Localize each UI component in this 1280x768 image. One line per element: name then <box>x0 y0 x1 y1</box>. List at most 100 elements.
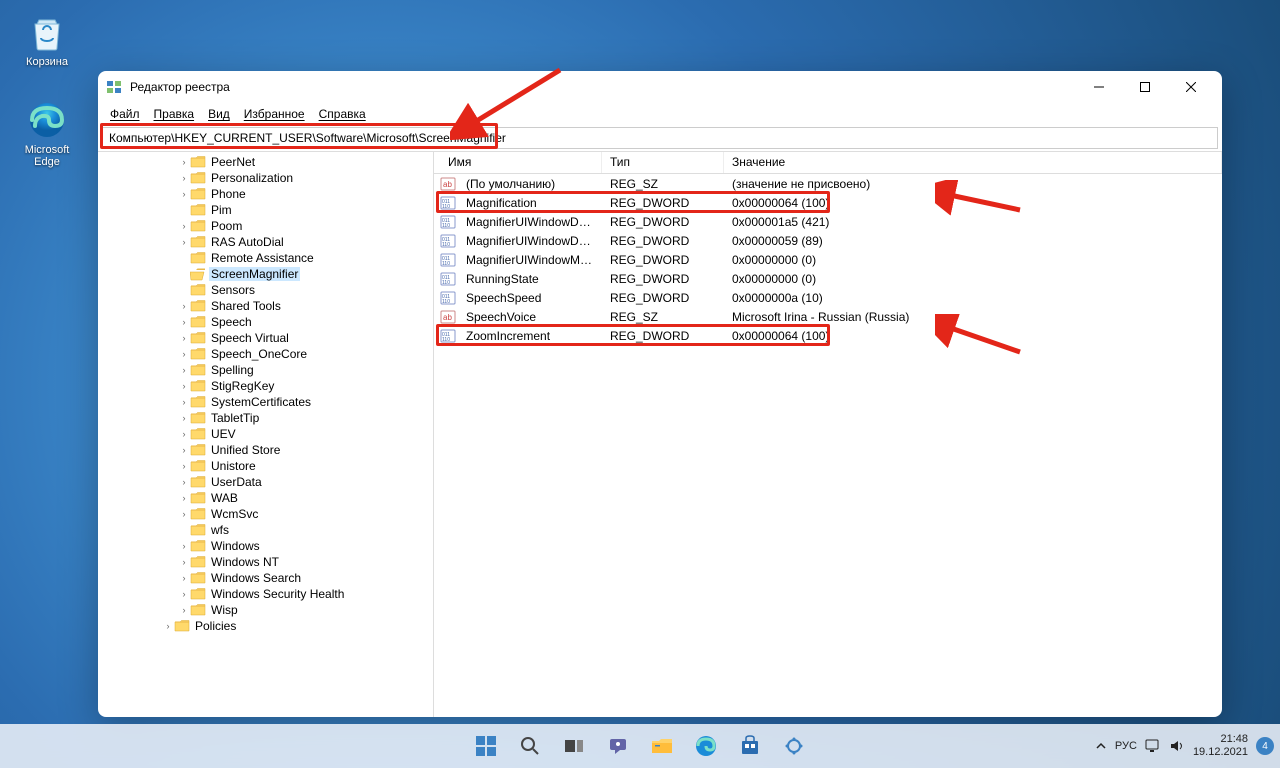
col-type[interactable]: Тип <box>602 152 724 173</box>
tree-item[interactable]: ›Windows Search <box>98 570 433 586</box>
tree-item[interactable]: ›Windows NT <box>98 554 433 570</box>
tree-expander[interactable]: › <box>178 189 190 199</box>
value-row[interactable]: 011110MagnifierUIWindowMini...REG_DWORD0… <box>434 250 1222 269</box>
tree-expander[interactable]: › <box>178 365 190 375</box>
address-bar[interactable]: Компьютер\HKEY_CURRENT_USER\Software\Mic… <box>102 127 1218 149</box>
app-button[interactable] <box>774 726 814 766</box>
tree-item[interactable]: Sensors <box>98 282 433 298</box>
tree-item[interactable]: Remote Assistance <box>98 250 433 266</box>
tree-expander[interactable]: › <box>178 573 190 583</box>
tree-expander[interactable]: › <box>178 493 190 503</box>
value-type: REG_DWORD <box>602 253 724 267</box>
tray-volume-icon[interactable] <box>1169 739 1185 753</box>
tray-language[interactable]: РУС <box>1115 740 1137 752</box>
tree-expander[interactable]: › <box>178 509 190 519</box>
menu-view[interactable]: Вид <box>202 105 236 123</box>
tree-item[interactable]: wfs <box>98 522 433 538</box>
tree-item[interactable]: ›Poom <box>98 218 433 234</box>
value-row[interactable]: 011110MagnificationREG_DWORD0x00000064 (… <box>434 193 1222 212</box>
tree-expander[interactable]: › <box>178 301 190 311</box>
value-row[interactable]: 011110ZoomIncrementREG_DWORD0x00000064 (… <box>434 326 1222 345</box>
tree-expander[interactable]: › <box>178 317 190 327</box>
col-value[interactable]: Значение <box>724 152 1222 173</box>
explorer-button[interactable] <box>642 726 682 766</box>
tree-expander[interactable]: › <box>178 429 190 439</box>
start-button[interactable] <box>466 726 506 766</box>
col-name[interactable]: Имя <box>434 152 602 173</box>
folder-icon <box>190 187 206 201</box>
tree-expander[interactable]: › <box>178 157 190 167</box>
value-row[interactable]: 011110RunningStateREG_DWORD0x00000000 (0… <box>434 269 1222 288</box>
tree-item[interactable]: ›Policies <box>98 618 433 634</box>
tray-chevron-up-icon[interactable] <box>1095 740 1107 752</box>
tree-item[interactable]: ›PeerNet <box>98 154 433 170</box>
tree-expander[interactable]: › <box>162 621 174 631</box>
tree-item[interactable]: ›TabletTip <box>98 410 433 426</box>
value-row[interactable]: abSpeechVoiceREG_SZMicrosoft Irina - Rus… <box>434 307 1222 326</box>
value-row[interactable]: ab(По умолчанию)REG_SZ(значение не присв… <box>434 174 1222 193</box>
tree-expander[interactable]: › <box>178 541 190 551</box>
edge-taskbar-button[interactable] <box>686 726 726 766</box>
list-body[interactable]: ab(По умолчанию)REG_SZ(значение не присв… <box>434 174 1222 717</box>
tree-expander[interactable]: › <box>178 349 190 359</box>
tree-expander[interactable]: › <box>178 173 190 183</box>
desktop-icon-edge[interactable]: Microsoft Edge <box>12 100 82 168</box>
menu-help[interactable]: Справка <box>313 105 372 123</box>
tree-item[interactable]: ›Phone <box>98 186 433 202</box>
tree-expander[interactable]: › <box>178 445 190 455</box>
minimize-button[interactable] <box>1076 71 1122 103</box>
tray-clock[interactable]: 21:48 19.12.2021 <box>1193 733 1248 759</box>
folder-icon <box>190 507 206 521</box>
tree-expander[interactable]: › <box>178 237 190 247</box>
tray-network-icon[interactable] <box>1145 739 1161 753</box>
tree-item[interactable]: ›UserData <box>98 474 433 490</box>
folder-icon <box>190 219 206 233</box>
tree-item[interactable]: ›Unistore <box>98 458 433 474</box>
menu-favorites[interactable]: Избранное <box>238 105 311 123</box>
tree-item[interactable]: ›Personalization <box>98 170 433 186</box>
tree-item[interactable]: ›Speech Virtual <box>98 330 433 346</box>
tree-expander[interactable]: › <box>178 605 190 615</box>
taskview-button[interactable] <box>554 726 594 766</box>
tree-expander[interactable]: › <box>178 381 190 391</box>
tray-notifications[interactable]: 4 <box>1256 737 1274 755</box>
store-button[interactable] <box>730 726 770 766</box>
tree-item[interactable]: ›Windows Security Health <box>98 586 433 602</box>
tree-view[interactable]: ›PeerNet›Personalization›PhonePim›Poom›R… <box>98 152 434 717</box>
tree-expander[interactable]: › <box>178 413 190 423</box>
tree-item-label: wfs <box>209 523 231 537</box>
tree-expander[interactable]: › <box>178 477 190 487</box>
tree-expander[interactable]: › <box>178 557 190 567</box>
tree-expander[interactable]: › <box>178 333 190 343</box>
tree-item[interactable]: ›RAS AutoDial <box>98 234 433 250</box>
tree-item[interactable]: ›StigRegKey <box>98 378 433 394</box>
tree-item[interactable]: Pim <box>98 202 433 218</box>
tree-item[interactable]: ›Shared Tools <box>98 298 433 314</box>
tree-item[interactable]: ›Wisp <box>98 602 433 618</box>
tree-expander[interactable]: › <box>178 461 190 471</box>
chat-button[interactable] <box>598 726 638 766</box>
tree-item[interactable]: ›Unified Store <box>98 442 433 458</box>
tree-item[interactable]: ›SystemCertificates <box>98 394 433 410</box>
tree-expander[interactable]: › <box>178 221 190 231</box>
menu-file[interactable]: Файл <box>104 105 146 123</box>
tree-item[interactable]: ›Windows <box>98 538 433 554</box>
value-row[interactable]: 011110SpeechSpeedREG_DWORD0x0000000a (10… <box>434 288 1222 307</box>
maximize-button[interactable] <box>1122 71 1168 103</box>
desktop-icon-recycle-bin[interactable]: Корзина <box>12 12 82 68</box>
tree-item[interactable]: ScreenMagnifier <box>98 266 433 282</box>
tree-item[interactable]: ›WAB <box>98 490 433 506</box>
tree-expander[interactable]: › <box>178 397 190 407</box>
tree-item[interactable]: ›Spelling <box>98 362 433 378</box>
tree-item[interactable]: ›WcmSvc <box>98 506 433 522</box>
value-row[interactable]: 011110MagnifierUIWindowDeltaYREG_DWORD0x… <box>434 231 1222 250</box>
tree-item[interactable]: ›UEV <box>98 426 433 442</box>
tree-item[interactable]: ›Speech_OneCore <box>98 346 433 362</box>
tree-expander[interactable]: › <box>178 589 190 599</box>
value-row[interactable]: 011110MagnifierUIWindowDeltaXREG_DWORD0x… <box>434 212 1222 231</box>
close-button[interactable] <box>1168 71 1214 103</box>
tree-item[interactable]: ›Speech <box>98 314 433 330</box>
menu-edit[interactable]: Правка <box>148 105 201 123</box>
search-button[interactable] <box>510 726 550 766</box>
titlebar[interactable]: Редактор реестра <box>98 71 1222 103</box>
